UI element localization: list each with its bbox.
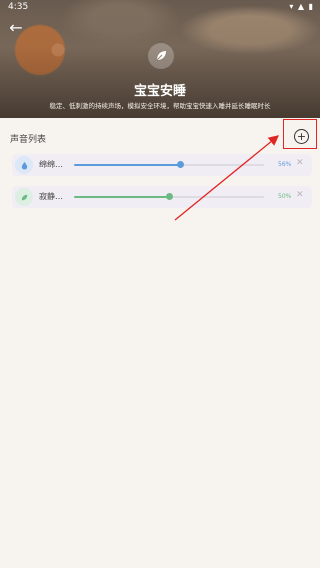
sound-label: 寂静… — [39, 192, 63, 201]
volume-thumb[interactable] — [176, 161, 184, 168]
leaf-icon — [156, 51, 166, 61]
volume-slider[interactable] — [74, 161, 264, 168]
page-title: 宝宝安睡 — [133, 84, 186, 99]
sound-row: 绵绵… 56% ✕ — [12, 154, 312, 176]
volume-percent: 56% — [278, 161, 292, 168]
water-drop-icon — [15, 156, 33, 174]
close-icon[interactable]: ✕ — [296, 190, 304, 200]
status-time: 4:35 — [8, 2, 29, 12]
page-subtitle: 稳定、低刺激的持续声场，模拟安全环境，帮助宝宝快速入睡并延长睡眠时长 — [49, 102, 271, 110]
volume-fill — [74, 196, 169, 198]
back-button[interactable]: ← — [6, 18, 26, 38]
sound-row: 寂静… 50% ✕ — [12, 186, 312, 208]
volume-percent: 50% — [278, 193, 292, 200]
status-bar: 4:35 ▾ ▲ ▮ — [0, 0, 320, 14]
status-icons: ▾ ▲ ▮ — [289, 2, 314, 11]
leaf-badge — [148, 43, 174, 69]
close-icon[interactable]: ✕ — [296, 158, 304, 168]
sound-label: 绵绵… — [39, 160, 63, 169]
volume-thumb[interactable] — [165, 193, 173, 200]
add-sound-button[interactable]: + — [294, 129, 309, 144]
arrow-left-icon: ← — [9, 18, 23, 37]
leaf-sprout-icon — [15, 188, 33, 206]
content-sheet: 声音列表 + 绵绵… 56% ✕ 寂静… 50% ✕ — [0, 118, 320, 568]
plus-icon: + — [296, 130, 307, 143]
volume-fill — [74, 164, 181, 166]
section-title: 声音列表 — [10, 135, 47, 145]
volume-slider[interactable] — [74, 193, 264, 200]
